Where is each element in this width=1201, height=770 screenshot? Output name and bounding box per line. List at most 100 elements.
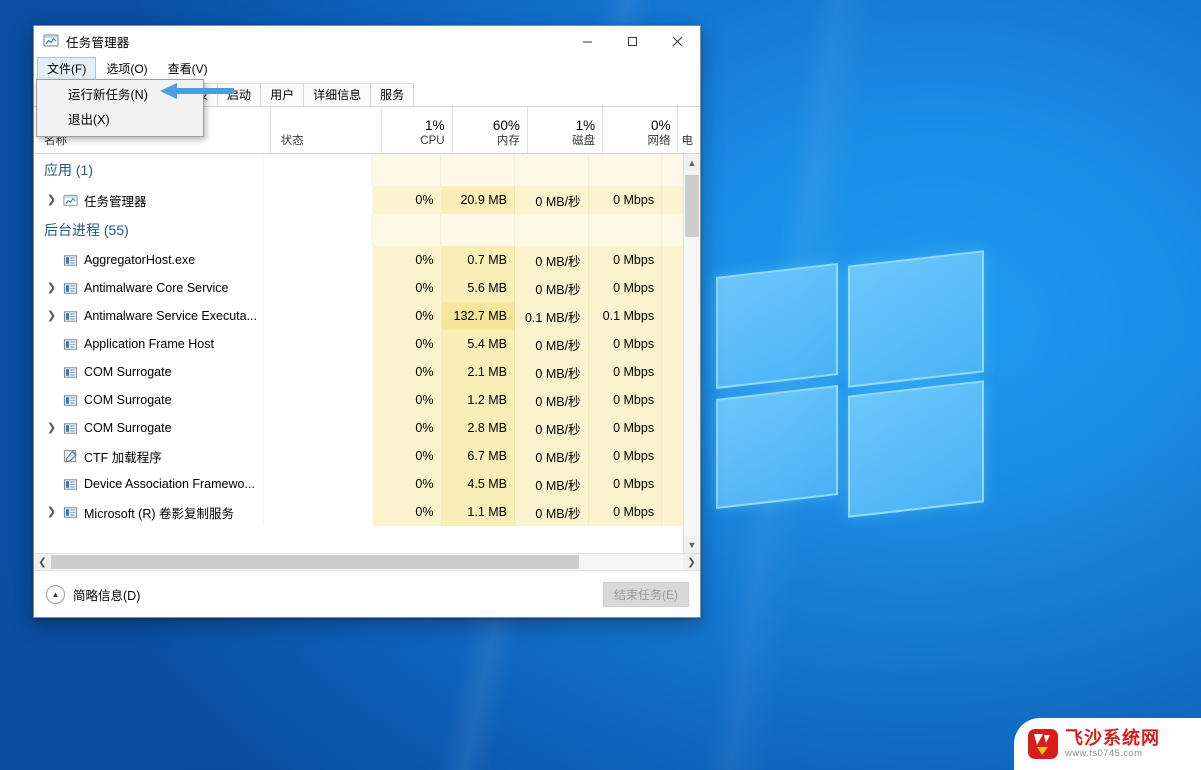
cell-status <box>264 154 372 186</box>
tab-users[interactable]: 用户 <box>260 83 305 106</box>
process-name: Antimalware Service Executa... <box>84 309 257 323</box>
process-icon <box>63 253 78 268</box>
maximize-button[interactable] <box>610 26 655 57</box>
cell-network: 0 Mbps <box>588 330 663 358</box>
vertical-scrollbar[interactable]: ▲ ▼ <box>683 154 700 553</box>
cell-network: 0 Mbps <box>588 442 663 470</box>
cell-memory: 1.2 MB <box>441 386 516 414</box>
scroll-left-icon[interactable]: ❮ <box>34 554 51 570</box>
fewer-details-button[interactable]: ▲ 简略信息(D) <box>46 584 140 604</box>
cell-power <box>662 330 683 358</box>
cell-memory: 5.4 MB <box>441 330 516 358</box>
column-header-disk[interactable]: 1% 磁盘 <box>528 107 604 153</box>
cell-cpu: 0% <box>372 386 442 414</box>
column-label-disk: 磁盘 <box>572 135 596 147</box>
process-table: 应用 (1) ❯ 任务管理器 0% 20.9 MB 0 MB/秒 0 Mbps 后台进程 (5… <box>34 154 700 553</box>
cell-disk: 0 MB/秒 <box>515 498 589 526</box>
table-row[interactable]: ❯COM Surrogate 0%2.1 MB0 MB/秒0 Mbps <box>34 358 683 386</box>
cell-power <box>662 414 683 442</box>
table-row[interactable]: ❯ 任务管理器 0% 20.9 MB 0 MB/秒 0 Mbps <box>34 186 683 214</box>
tab-services[interactable]: 服务 <box>370 83 415 106</box>
cell-disk <box>514 154 589 186</box>
horizontal-scrollbar[interactable]: ❮ ❯ <box>34 553 700 570</box>
chevron-right-icon[interactable]: ❯ <box>44 506 59 518</box>
tab-startup[interactable]: 启动 <box>217 83 262 106</box>
cell-power <box>662 358 683 386</box>
column-label-status: 状态 <box>280 135 304 147</box>
logo-pane-3 <box>716 385 838 509</box>
column-header-power[interactable]: 电 <box>678 107 700 153</box>
watermark-title: 飞沙系统网 <box>1065 727 1160 748</box>
table-row[interactable]: ❯ Antimalware Core Service 0% 5.6 MB 0 MB/秒 0… <box>34 274 683 302</box>
column-header-memory[interactable]: 60% 内存 <box>453 107 528 153</box>
chevron-right-icon[interactable]: ❯ <box>44 422 59 434</box>
task-manager-icon <box>43 33 59 49</box>
table-row[interactable]: ❯Application Frame Host 0%5.4 MB0 MB/秒0 M… <box>34 330 683 358</box>
table-row[interactable]: ❯ Microsoft (R) 卷影复制服务 0% 1.1 MB 0 MB/秒 0 Mbp… <box>34 498 683 526</box>
chevron-right-icon[interactable]: ❯ <box>44 310 59 322</box>
menu-view[interactable]: 查看(V) <box>158 57 218 80</box>
close-button[interactable] <box>655 26 700 57</box>
table-row[interactable]: ❯Device Association Framewo...0%4.5 MB0 … <box>34 470 683 498</box>
vertical-scroll-thumb[interactable] <box>685 175 699 237</box>
cell-memory: 5.6 MB <box>441 274 516 302</box>
scroll-up-icon[interactable]: ▲ <box>684 154 700 171</box>
chevron-up-icon: ▲ <box>46 584 65 604</box>
cell-status <box>264 186 372 214</box>
table-row[interactable]: ❯CTF 加载程序 0%6.7 MB0 MB/秒0 Mbps <box>34 442 683 470</box>
end-task-button[interactable]: 结束任务(E) <box>603 581 689 607</box>
table-row[interactable]: ❯ COM Surrogate 0% 2.8 MB 0 MB/秒 0 Mbps <box>34 414 683 442</box>
menu-options[interactable]: 选项(O) <box>96 57 157 80</box>
title-bar[interactable]: 任务管理器 <box>34 26 700 57</box>
cell-network: 0 Mbps <box>588 246 663 274</box>
cell-name: ❯ COM Surrogate <box>34 414 264 442</box>
column-pct-memory: 60% <box>492 118 520 133</box>
chevron-right-icon[interactable]: ❯ <box>44 282 59 294</box>
column-header-cpu[interactable]: 1% CPU <box>382 107 453 153</box>
table-row[interactable]: ❯AggregatorHost.exe 0%0.7 MB0 MB/秒0 Mbps <box>34 246 683 274</box>
cell-cpu <box>372 154 442 186</box>
horizontal-scroll-track[interactable] <box>51 554 683 570</box>
process-name: Microsoft (R) 卷影复制服务 <box>84 506 235 521</box>
scroll-down-icon[interactable]: ▼ <box>684 536 700 553</box>
column-header-network[interactable]: 0% 网络 <box>603 107 679 153</box>
table-row[interactable]: ❯ Antimalware Service Executa... 0% 132.7 M… <box>34 302 683 330</box>
cell-network: 0 Mbps <box>588 186 663 214</box>
menu-item-exit[interactable]: 退出(X) <box>37 108 203 133</box>
column-pct-disk: 1% <box>575 118 596 133</box>
minimize-button[interactable] <box>565 26 610 57</box>
process-icon <box>63 365 78 380</box>
cell-cpu: 0% <box>372 330 442 358</box>
process-name: COM Surrogate <box>84 421 172 435</box>
menu-item-run-new-task[interactable]: 运行新任务(N) <box>37 83 203 108</box>
cell-disk <box>514 214 589 246</box>
menu-file[interactable]: 文件(F) <box>37 57 97 80</box>
chevron-right-icon[interactable]: ❯ <box>44 194 59 206</box>
process-name: Application Frame Host <box>84 337 214 351</box>
cell-name: ❯COM Surrogate <box>34 386 264 414</box>
cell-network: 0 Mbps <box>588 274 663 302</box>
watermark-text: 飞沙系统网 www.fs0745.com <box>1065 727 1160 760</box>
cell-memory: 6.7 MB <box>441 442 516 470</box>
process-icon <box>63 309 78 324</box>
column-label-memory: 内存 <box>496 135 520 147</box>
process-icon <box>63 281 78 296</box>
cell-name: ❯ Antimalware Service Executa... <box>34 302 264 330</box>
cell-cpu: 0% <box>372 442 442 470</box>
cell-cpu: 0% <box>372 274 442 302</box>
table-row[interactable]: ❯COM Surrogate 0%1.2 MB0 MB/秒0 Mbps <box>34 386 683 414</box>
cell-power <box>662 274 683 302</box>
cell-status <box>264 302 372 330</box>
cell-name: 应用 (1) <box>34 154 264 186</box>
cell-status <box>264 214 372 246</box>
scroll-right-icon[interactable]: ❯ <box>683 554 700 570</box>
cell-cpu <box>372 214 442 246</box>
process-group-header: 应用 (1) <box>34 154 683 186</box>
cell-power <box>662 302 683 330</box>
cell-disk: 0 MB/秒 <box>515 330 589 358</box>
horizontal-scroll-thumb[interactable] <box>51 555 579 569</box>
cell-power <box>662 186 683 214</box>
tab-details[interactable]: 详细信息 <box>303 83 372 106</box>
vertical-scroll-track[interactable] <box>684 171 700 536</box>
column-header-status[interactable]: 状态 <box>271 107 383 153</box>
